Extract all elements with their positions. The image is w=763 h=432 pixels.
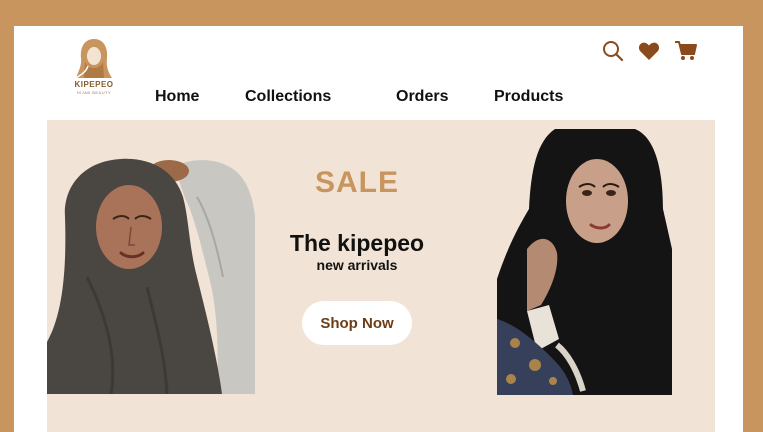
nav-item-home[interactable]: Home <box>155 88 199 106</box>
model-image-right <box>497 129 672 395</box>
main-nav: Home Collections Orders Products <box>14 88 743 110</box>
heart-icon[interactable] <box>638 41 660 66</box>
nav-item-products[interactable]: Products <box>494 88 563 106</box>
model-image-left <box>47 157 255 394</box>
search-icon[interactable] <box>602 40 624 67</box>
hero-banner: SALE The kipepeo new arrivals Shop Now <box>47 120 715 432</box>
header-icons <box>602 40 698 67</box>
page-container: KIPEPEO HIJAB BEAUTY Home Collections Or… <box>14 26 743 432</box>
cart-icon[interactable] <box>674 40 698 67</box>
hijab-woman-logo-icon <box>75 39 112 79</box>
shop-now-button[interactable]: Shop Now <box>302 301 412 345</box>
hero-headline: The kipepeo <box>289 230 425 256</box>
sale-label: SALE <box>314 166 399 199</box>
nav-item-collections[interactable]: Collections <box>245 88 331 106</box>
nav-item-orders[interactable]: Orders <box>396 88 448 106</box>
brand-logo[interactable]: KIPEPEO HIJAB BEAUTY <box>66 36 122 96</box>
hero-subline: new arrivals <box>316 257 398 273</box>
